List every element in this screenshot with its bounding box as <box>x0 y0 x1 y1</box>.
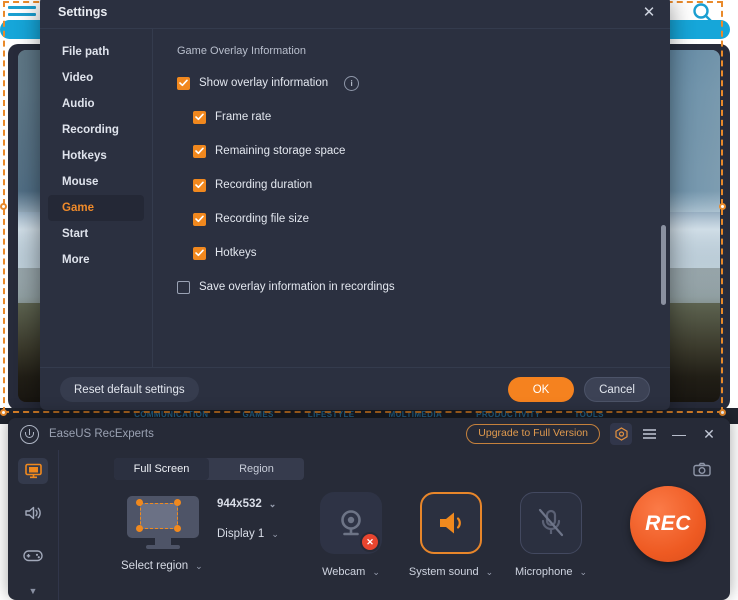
option-label[interactable]: Save overlay information in recordings <box>199 281 395 293</box>
chevron-down-icon: ⌄ <box>485 567 494 577</box>
option-label[interactable]: Recording duration <box>215 179 312 191</box>
sidebar-item-hotkeys[interactable]: Hotkeys <box>48 143 144 169</box>
overlay-options-list: Show overlay information i Frame rate Remai… <box>177 75 670 295</box>
menu-icon[interactable] <box>636 422 662 446</box>
option-row: Frame rate <box>193 109 670 125</box>
display-dropdown[interactable]: Display 1 ⌄ <box>217 528 279 540</box>
app-name: EaseUS RecExperts <box>49 428 154 440</box>
camera-icon[interactable] <box>688 456 716 482</box>
checkbox-recording-file-size[interactable] <box>193 212 206 226</box>
checkbox-show-overlay-information[interactable] <box>177 76 190 90</box>
recexperts-body: ▼ Full Screen Region 944x532 ⌄ Display 1… <box>8 450 730 600</box>
select-region-dropdown[interactable]: Select region ⌄ <box>121 560 203 572</box>
option-label[interactable]: Recording file size <box>215 213 309 225</box>
speaker-on-icon[interactable] <box>420 492 482 554</box>
checkbox-remaining-storage-space[interactable] <box>193 144 206 158</box>
checkbox-frame-rate[interactable] <box>193 110 206 124</box>
sidebar-item-audio[interactable]: Audio <box>48 91 144 117</box>
gamepad-icon[interactable] <box>18 542 48 568</box>
section-heading: Game Overlay Information <box>177 45 306 57</box>
cancel-button[interactable]: Cancel <box>584 377 650 402</box>
sidebar-item-file-path[interactable]: File path <box>48 39 144 65</box>
option-row: Remaining storage space <box>193 143 670 159</box>
recexperts-title-bar: EaseUS RecExperts Upgrade to Full Versio… <box>8 418 730 450</box>
settings-sidebar: File path Video Audio Recording Hotkeys Mouse… <box>40 29 153 367</box>
minimize-button[interactable]: — <box>666 422 692 446</box>
close-icon[interactable]: ✕ <box>634 0 664 26</box>
settings-dialog: Settings ✕ File path Video Audio Recording H… <box>40 0 670 410</box>
close-button[interactable]: ✕ <box>696 422 722 446</box>
system-sound-control: System sound ⌄ <box>401 492 501 578</box>
sidebar-item-game[interactable]: Game <box>48 195 144 221</box>
option-row: Recording file size <box>193 211 670 227</box>
system-sound-label[interactable]: System sound ⌄ <box>401 566 501 578</box>
monitor-region-icon <box>127 496 199 550</box>
sidebar-item-more[interactable]: More <box>48 247 144 273</box>
chevron-down-icon[interactable]: ▼ <box>29 586 38 596</box>
reset-default-settings-button[interactable]: Reset default settings <box>60 377 199 402</box>
webcam-icon[interactable]: ✕ <box>320 492 382 554</box>
recexperts-mode-rail: ▼ <box>8 450 58 600</box>
hexagon-settings-icon[interactable] <box>610 423 632 445</box>
chevron-down-icon: ⌄ <box>372 567 380 577</box>
chevron-down-icon: ⌄ <box>195 561 203 571</box>
option-label[interactable]: Frame rate <box>215 111 271 123</box>
microphone-label-text: Microphone <box>514 566 573 578</box>
recexperts-window: EaseUS RecExperts Upgrade to Full Versio… <box>8 418 730 600</box>
select-region-label: Select region <box>121 560 189 572</box>
option-label[interactable]: Remaining storage space <box>215 145 345 157</box>
chevron-down-icon: ⌄ <box>271 529 279 539</box>
checkbox-hotkeys[interactable] <box>193 246 206 260</box>
speaker-icon[interactable] <box>18 500 48 526</box>
resolution-dropdown[interactable]: 944x532 ⌄ <box>217 498 276 510</box>
monitor-icon[interactable] <box>18 458 48 484</box>
option-row: Recording duration <box>193 177 670 193</box>
checkbox-save-overlay-information-in-recordings[interactable] <box>177 280 190 294</box>
option-label[interactable]: Hotkeys <box>215 247 257 259</box>
option-label[interactable]: Show overlay information <box>199 77 328 89</box>
recexperts-logo-icon <box>20 424 39 444</box>
record-button-label: REC <box>645 512 691 535</box>
settings-body: File path Video Audio Recording Hotkeys Mouse… <box>40 28 670 367</box>
settings-title-bar: Settings <box>40 0 670 28</box>
option-row: Hotkeys <box>193 245 670 261</box>
dialog-title: Settings <box>58 5 108 19</box>
webcam-label-text: Webcam <box>322 566 366 578</box>
chevron-down-icon: ⌄ <box>579 567 588 577</box>
sidebar-item-video[interactable]: Video <box>48 65 144 91</box>
capture-mode-tabs: Full Screen Region <box>114 458 304 480</box>
checkbox-recording-duration[interactable] <box>193 178 206 192</box>
settings-content-panel: Game Overlay Information Show overlay in… <box>153 29 670 367</box>
info-icon[interactable]: i <box>344 75 360 91</box>
sidebar-item-recording[interactable]: Recording <box>48 117 144 143</box>
sidebar-item-start[interactable]: Start <box>48 221 144 247</box>
system-sound-label-text: System sound <box>408 566 479 578</box>
tab-full-screen[interactable]: Full Screen <box>114 458 209 480</box>
microphone-control: Microphone ⌄ <box>501 492 601 578</box>
record-button[interactable]: REC <box>630 486 706 562</box>
display-value: Display 1 <box>217 528 265 540</box>
resolution-value: 944x532 <box>217 498 262 510</box>
settings-footer: Reset default settings OK Cancel <box>40 367 670 410</box>
recexperts-main-panel: Full ScreenRegion 944x532 ⌄ Display 1 ⌄ <box>58 450 730 600</box>
webcam-control: ✕ Webcam ⌄ <box>301 492 401 578</box>
microphone-muted-icon[interactable] <box>520 492 582 554</box>
settings-scrollbar-thumb[interactable] <box>661 225 666 305</box>
webcam-disabled-badge: ✕ <box>360 532 380 552</box>
chevron-down-icon: ⌄ <box>268 499 277 509</box>
sidebar-item-mouse[interactable]: Mouse <box>48 169 144 195</box>
option-row: Show overlay information i <box>177 75 670 91</box>
microphone-label[interactable]: Microphone ⌄ <box>501 566 601 578</box>
upgrade-to-full-version-button[interactable]: Upgrade to Full Version <box>466 424 600 444</box>
ok-button[interactable]: OK <box>508 377 574 402</box>
tab-region[interactable]: Region <box>209 458 304 480</box>
webcam-label[interactable]: Webcam ⌄ <box>301 566 401 578</box>
option-row: Save overlay information in recordings <box>177 279 670 295</box>
